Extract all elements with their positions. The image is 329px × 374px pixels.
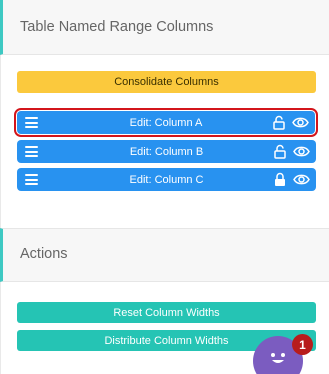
edit-column-b-button[interactable]: Edit: Column B [17,140,316,163]
notification-badge: 1 [292,334,313,355]
hamburger-menu-icon[interactable] [25,117,38,128]
section-header-actions: Actions [0,228,329,282]
edit-column-a-button[interactable]: Edit: Column A [14,108,318,137]
hamburger-menu-icon[interactable] [25,174,38,185]
eye-icon[interactable] [293,145,310,158]
section-title: Actions [20,246,68,262]
section-header-columns: Table Named Range Columns [0,0,329,55]
chat-face-icon [271,353,285,363]
unlocked-icon[interactable] [274,144,286,159]
section-title: Table Named Range Columns [20,19,214,35]
column-label: Edit: Column B [129,145,204,158]
unlocked-icon[interactable] [273,115,285,130]
column-label: Edit: Column C [129,173,204,186]
edit-column-c-button[interactable]: Edit: Column C [17,168,316,191]
column-label: Edit: Column A [129,116,203,129]
reset-column-widths-button[interactable]: Reset Column Widths [17,302,316,323]
eye-icon[interactable] [292,116,309,129]
eye-icon[interactable] [293,173,310,186]
hamburger-menu-icon[interactable] [25,146,38,157]
locked-icon[interactable] [274,172,286,187]
consolidate-columns-button[interactable]: Consolidate Columns [17,71,316,93]
